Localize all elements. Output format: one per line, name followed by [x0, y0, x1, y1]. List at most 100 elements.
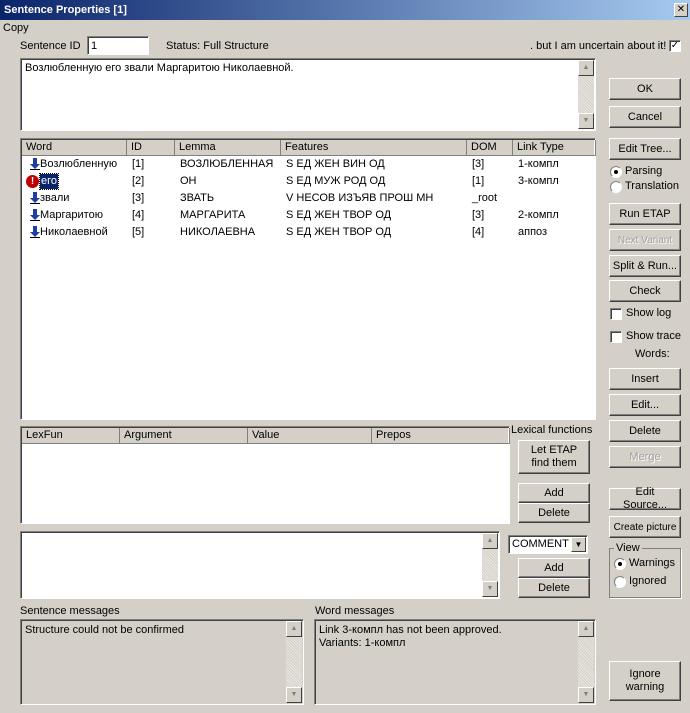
sentence-text-area[interactable]: Возлюбленную его звали Маргаритою Никола… [20, 58, 596, 131]
show-log-checkbox[interactable] [610, 308, 622, 320]
row-dom: _root [472, 192, 498, 204]
comment-type-select[interactable]: COMMENT ▼ [508, 535, 588, 554]
uncertain-checkbox[interactable]: ✓ [669, 40, 681, 52]
lexical-functions-label: Lexical functions [511, 424, 593, 436]
col-value[interactable]: Value [248, 428, 372, 444]
arrow-down-icon [30, 158, 40, 170]
word-messages-scrollbar[interactable]: ▲ ▼ [578, 621, 594, 703]
ok-button[interactable]: OK [609, 78, 681, 100]
close-icon[interactable]: ✕ [674, 3, 688, 17]
create-picture-button[interactable]: Create picture [609, 516, 681, 538]
translation-radio[interactable] [610, 181, 622, 193]
col-lexfun[interactable]: LexFun [22, 428, 120, 444]
show-trace-label: Show trace [626, 330, 682, 342]
col-link-type[interactable]: Link Type [513, 140, 596, 156]
row-lemma: НИКОЛАЕВНА [180, 226, 256, 238]
row-word: Маргаритою [40, 209, 103, 221]
warning-icon: ! [26, 175, 39, 188]
word-messages-box[interactable]: Link 3-компл has not been approved. Vari… [314, 619, 596, 705]
insert-button[interactable]: Insert [609, 368, 681, 390]
col-word[interactable]: Word [22, 140, 127, 156]
status-label: Status: Full Structure [166, 40, 269, 52]
col-features[interactable]: Features [281, 140, 467, 156]
arrow-down-icon [30, 209, 40, 221]
scroll-down-icon[interactable]: ▼ [578, 113, 594, 129]
scroll-down-icon[interactable]: ▼ [482, 581, 498, 597]
table-row[interactable]: Николаевной [5] НИКОЛАЕВНА S ЕД ЖЕН ТВОР… [22, 225, 596, 240]
comment-text-area[interactable]: ▲ ▼ [20, 531, 500, 599]
ignored-label: Ignored [629, 575, 667, 587]
row-link: 2-компл [518, 209, 559, 221]
sentence-messages-box[interactable]: Structure could not be confirmed ▲ ▼ [20, 619, 304, 705]
row-link: аппоз [518, 226, 548, 238]
view-groupbox [609, 548, 681, 598]
edit-source-button[interactable]: Edit Source... [609, 486, 681, 511]
parsing-radio[interactable] [610, 166, 622, 178]
lexfun-delete-button[interactable]: Delete [518, 503, 590, 523]
row-word: его [38, 173, 60, 190]
next-variant-button[interactable]: Next Variant [609, 229, 681, 251]
row-word: Возлюбленную [40, 158, 118, 170]
row-word: Николаевной [40, 226, 108, 238]
uncertain-label: . but I am uncertain about it! [530, 40, 667, 52]
chevron-down-icon[interactable]: ▼ [571, 537, 586, 552]
let-etap-find-button[interactable]: Let ETAP find them [518, 440, 590, 474]
comment-delete-button[interactable]: Delete [518, 578, 590, 598]
col-lemma[interactable]: Lemma [175, 140, 281, 156]
scroll-down-icon[interactable]: ▼ [578, 687, 594, 703]
col-dom[interactable]: DOM [467, 140, 513, 156]
delete-word-button[interactable]: Delete [609, 420, 681, 442]
scroll-up-icon[interactable]: ▲ [482, 533, 498, 549]
scroll-up-icon[interactable]: ▲ [578, 621, 594, 637]
col-argument[interactable]: Argument [120, 428, 248, 444]
window-title-bar[interactable]: Sentence Properties [1] [0, 0, 690, 20]
edit-word-button[interactable]: Edit... [609, 394, 681, 416]
word-messages-label: Word messages [315, 605, 395, 617]
ignore-warning-button[interactable]: Ignore warning [609, 661, 681, 701]
words-label: Words: [635, 348, 670, 360]
ignored-radio[interactable] [614, 576, 626, 588]
col-prepos[interactable]: Prepos [372, 428, 510, 444]
run-etap-button[interactable]: Run ETAP [609, 203, 681, 225]
words-table[interactable]: Word ID Lemma Features DOM Link Type Воз… [20, 138, 596, 420]
sentence-messages-scrollbar[interactable]: ▲ ▼ [286, 621, 302, 703]
parsing-label: Parsing [625, 165, 663, 177]
arrow-down-icon [30, 192, 40, 204]
row-lemma: МАРГАРИТА [180, 209, 246, 221]
row-features: S ЕД МУЖ РОД ОД [286, 175, 386, 187]
comment-scrollbar[interactable]: ▲ ▼ [482, 533, 498, 597]
word-messages-text: Link 3-компл has not been approved. Vari… [319, 624, 502, 649]
row-dom: [4] [472, 226, 485, 238]
sentence-scrollbar[interactable]: ▲ ▼ [578, 60, 594, 129]
window-title: Sentence Properties [1] [4, 4, 127, 16]
view-label: View [614, 542, 642, 554]
check-button[interactable]: Check [609, 280, 681, 302]
comment-add-button[interactable]: Add [518, 558, 590, 578]
table-row[interactable]: Возлюбленную [1] ВОЗЛЮБЛЕННАЯ S ЕД ЖЕН В… [22, 157, 596, 172]
row-dom: [3] [472, 158, 485, 170]
lexfun-table[interactable]: LexFun Argument Value Prepos [20, 426, 510, 524]
row-word: звали [40, 192, 70, 204]
scroll-down-icon[interactable]: ▼ [286, 687, 302, 703]
table-row[interactable]: Маргаритою [4] МАРГАРИТА S ЕД ЖЕН ТВОР О… [22, 208, 596, 223]
sentence-text: Возлюбленную его звали Маргаритою Никола… [25, 62, 294, 74]
show-trace-checkbox[interactable] [610, 331, 622, 343]
warnings-radio[interactable] [614, 558, 626, 570]
row-features: S ЕД ЖЕН ТВОР ОД [286, 209, 392, 221]
edit-tree-button[interactable]: Edit Tree... [609, 138, 681, 160]
cancel-button[interactable]: Cancel [609, 106, 681, 128]
table-row[interactable]: ! его [2] ОН S ЕД МУЖ РОД ОД [1] 3-компл [22, 173, 596, 190]
merge-button[interactable]: Merge [609, 446, 681, 468]
lexfun-add-button[interactable]: Add [518, 483, 590, 503]
split-run-button[interactable]: Split & Run... [609, 255, 681, 277]
words-table-header: Word ID Lemma Features DOM Link Type [22, 140, 596, 156]
scroll-up-icon[interactable]: ▲ [578, 60, 594, 76]
table-row[interactable]: звали [3] ЗВАТЬ V НЕСОВ ИЗЪЯВ ПРОШ МН _r… [22, 191, 596, 206]
row-features: S ЕД ЖЕН ТВОР ОД [286, 226, 392, 238]
sentence-id-input[interactable]: 1 [87, 36, 149, 55]
scroll-up-icon[interactable]: ▲ [286, 621, 302, 637]
col-id[interactable]: ID [127, 140, 175, 156]
warnings-label: Warnings [629, 557, 676, 569]
row-dom: [1] [472, 175, 485, 187]
menu-copy[interactable]: Copy [3, 22, 29, 34]
